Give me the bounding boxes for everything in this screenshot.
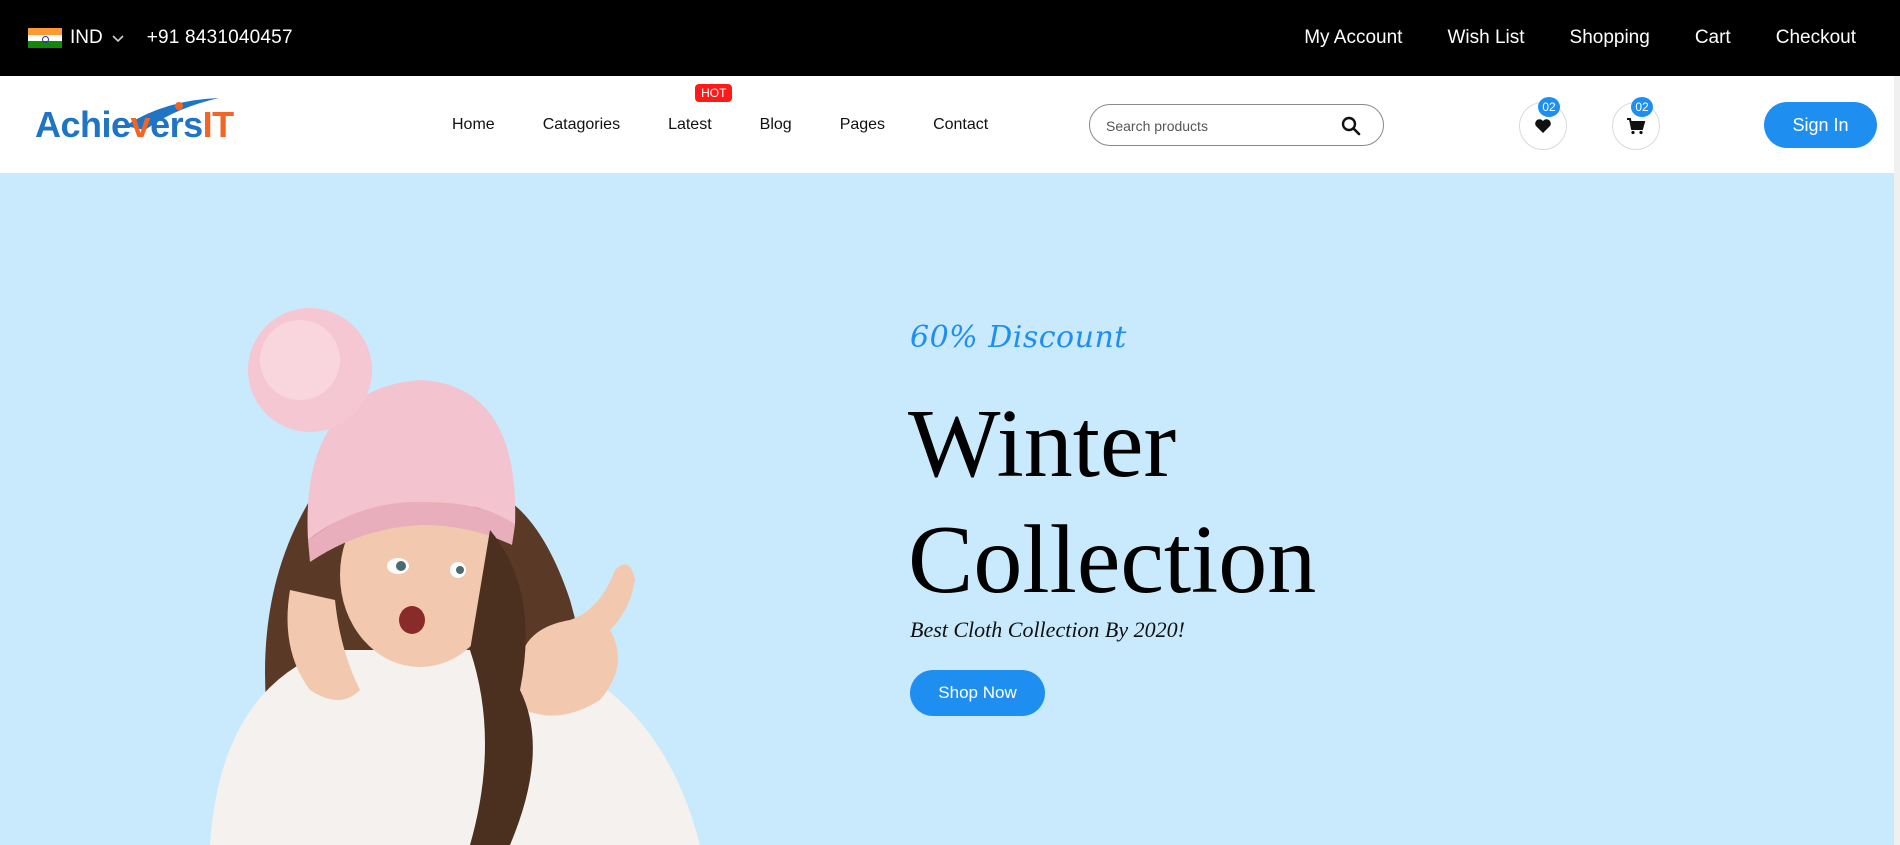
sign-in-button[interactable]: Sign In <box>1764 102 1877 148</box>
nav-home[interactable]: Home <box>452 116 495 134</box>
hero-title-line1: Winter <box>908 390 1177 498</box>
checkout-link[interactable]: Checkout <box>1776 27 1856 49</box>
logo[interactable]: AchieversIT <box>35 94 240 154</box>
nav-latest-label: Latest <box>668 116 712 133</box>
wishlist-count-badge: 02 <box>1538 97 1560 117</box>
top-bar: IND +91 8431040457 My Account Wish List … <box>0 0 1900 76</box>
phone-number: +91 8431040457 <box>146 27 293 48</box>
main-nav: Home Catagories Latest HOT Blog Pages Con… <box>452 76 1036 174</box>
vertical-scrollbar[interactable] <box>1894 76 1900 845</box>
country-selector[interactable]: IND <box>70 27 103 49</box>
hero-title: Winter Collection <box>908 386 1316 618</box>
logo-text: AchieversIT <box>35 104 234 145</box>
main-header: AchieversIT Home Catagories Latest HOT Bl… <box>0 76 1900 174</box>
hot-badge: HOT <box>695 84 733 102</box>
cart-button[interactable]: 02 <box>1612 97 1660 150</box>
india-flag-icon[interactable] <box>28 28 62 49</box>
cart-icon <box>1627 118 1646 135</box>
shopping-link[interactable]: Shopping <box>1570 27 1650 49</box>
search-box <box>1089 104 1384 146</box>
hero-title-line2: Collection <box>908 506 1317 614</box>
wish-list-link[interactable]: Wish List <box>1447 27 1524 49</box>
cart-count-badge: 02 <box>1631 97 1653 117</box>
nav-blog[interactable]: Blog <box>760 116 792 134</box>
search-input[interactable] <box>1106 115 1336 137</box>
hero-model-image <box>210 308 700 845</box>
discount-label: 60% Discount <box>910 320 1127 355</box>
top-links: My Account Wish List Shopping Cart Check… <box>1259 0 1900 76</box>
shop-now-button[interactable]: Shop Now <box>910 670 1045 716</box>
my-account-link[interactable]: My Account <box>1304 27 1402 49</box>
search-icon[interactable] <box>1341 116 1361 136</box>
nav-contact[interactable]: Contact <box>933 116 988 134</box>
heart-icon <box>1535 119 1551 133</box>
nav-catagories[interactable]: Catagories <box>543 116 620 134</box>
hero-banner: 60% Discount Winter Collection Best Clot… <box>0 174 1900 845</box>
cart-link[interactable]: Cart <box>1695 27 1731 49</box>
wishlist-button[interactable]: 02 <box>1519 97 1567 150</box>
nav-latest[interactable]: Latest HOT <box>668 84 733 134</box>
chevron-down-icon[interactable] <box>111 31 125 45</box>
nav-pages[interactable]: Pages <box>840 116 885 134</box>
top-bar-left: IND +91 8431040457 <box>28 0 293 76</box>
hero-subtitle: Best Cloth Collection By 2020! <box>910 617 1185 642</box>
